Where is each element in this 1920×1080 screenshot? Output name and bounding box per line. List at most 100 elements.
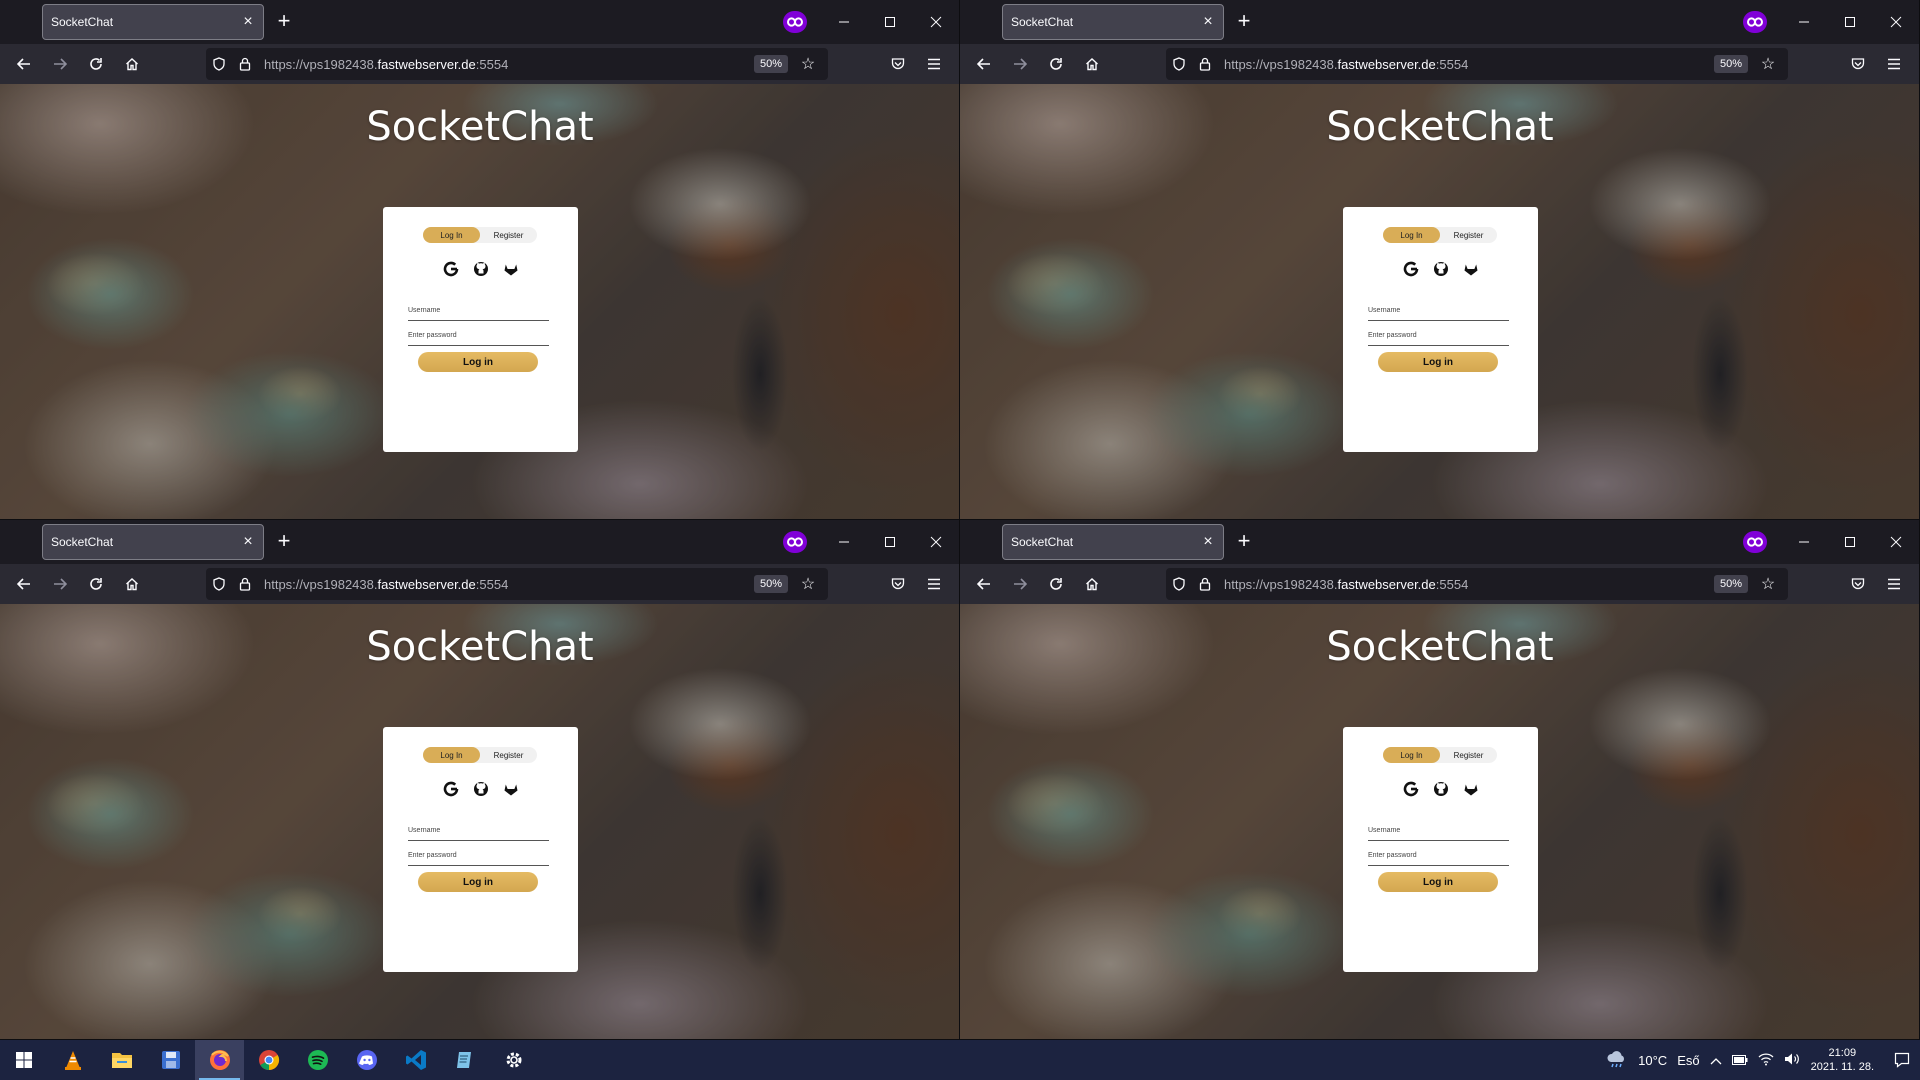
gitlab-icon[interactable] — [501, 779, 521, 799]
tab-register[interactable]: Register — [1440, 227, 1497, 243]
browser-tab[interactable]: SocketChat × — [42, 4, 264, 40]
username-input[interactable]: Username — [408, 823, 549, 841]
bookmark-star-icon[interactable]: ☆ — [1756, 574, 1780, 594]
tab-close-button[interactable]: × — [236, 10, 260, 34]
username-input[interactable]: Username — [1368, 303, 1509, 321]
back-arrow-icon[interactable] — [970, 50, 998, 78]
google-icon[interactable] — [441, 779, 461, 799]
spotify-icon[interactable] — [293, 1040, 342, 1080]
wifi-icon[interactable] — [1758, 1052, 1774, 1069]
tab-login[interactable]: Log In — [423, 747, 480, 763]
lock-icon[interactable] — [232, 571, 258, 597]
notepad-icon[interactable] — [440, 1040, 489, 1080]
tab-login[interactable]: Log In — [423, 227, 480, 243]
gitlab-icon[interactable] — [1461, 779, 1481, 799]
menu-hamburger-icon[interactable] — [920, 570, 948, 598]
pocket-icon[interactable] — [1844, 570, 1872, 598]
gitlab-icon[interactable] — [501, 259, 521, 279]
url-text[interactable]: https://vps1982438.fastwebserver.de:5554 — [264, 57, 754, 72]
menu-hamburger-icon[interactable] — [920, 50, 948, 78]
github-icon[interactable] — [1431, 259, 1451, 279]
zoom-indicator[interactable]: 50% — [753, 575, 788, 593]
new-tab-button[interactable]: + — [1232, 10, 1256, 34]
back-arrow-icon[interactable] — [970, 570, 998, 598]
vlc-icon[interactable] — [48, 1040, 97, 1080]
forward-arrow-icon[interactable] — [46, 50, 74, 78]
home-icon[interactable] — [1078, 50, 1106, 78]
bookmark-star-icon[interactable]: ☆ — [796, 574, 820, 594]
new-tab-button[interactable]: + — [272, 530, 296, 554]
password-input[interactable]: Enter password — [1368, 328, 1509, 346]
weather-cloud-icon[interactable] — [1606, 1050, 1628, 1071]
pocket-icon[interactable] — [884, 50, 912, 78]
login-button[interactable]: Log in — [1378, 872, 1498, 892]
clock[interactable]: 21:09 2021. 11. 28. — [1811, 1046, 1874, 1074]
maximize-button[interactable] — [1832, 8, 1868, 36]
pocket-icon[interactable] — [884, 570, 912, 598]
bookmark-star-icon[interactable]: ☆ — [1756, 54, 1780, 74]
login-button[interactable]: Log in — [418, 352, 538, 372]
url-text[interactable]: https://vps1982438.fastwebserver.de:5554 — [1224, 577, 1714, 592]
close-window-button[interactable] — [918, 8, 954, 36]
new-tab-button[interactable]: + — [1232, 530, 1256, 554]
firefox-icon[interactable] — [195, 1040, 244, 1080]
reload-icon[interactable] — [82, 570, 110, 598]
username-input[interactable]: Username — [408, 303, 549, 321]
url-bar[interactable]: https://vps1982438.fastwebserver.de:5554… — [1166, 48, 1788, 80]
home-icon[interactable] — [118, 570, 146, 598]
github-icon[interactable] — [471, 779, 491, 799]
volume-icon[interactable] — [1784, 1052, 1800, 1069]
close-window-button[interactable] — [1878, 8, 1914, 36]
lock-icon[interactable] — [232, 51, 258, 77]
browser-tab[interactable]: SocketChat × — [1002, 4, 1224, 40]
close-window-button[interactable] — [918, 528, 954, 556]
weather-temperature[interactable]: 10°C — [1638, 1053, 1667, 1068]
reload-icon[interactable] — [82, 50, 110, 78]
forward-arrow-icon[interactable] — [1006, 50, 1034, 78]
menu-hamburger-icon[interactable] — [1880, 50, 1908, 78]
chrome-icon[interactable] — [244, 1040, 293, 1080]
back-arrow-icon[interactable] — [10, 50, 38, 78]
browser-tab[interactable]: SocketChat × — [1002, 524, 1224, 560]
back-arrow-icon[interactable] — [10, 570, 38, 598]
forward-arrow-icon[interactable] — [1006, 570, 1034, 598]
forward-arrow-icon[interactable] — [46, 570, 74, 598]
save-icon[interactable] — [146, 1040, 195, 1080]
windows-start-icon[interactable] — [0, 1040, 48, 1080]
login-button[interactable]: Log in — [418, 872, 538, 892]
minimize-button[interactable] — [1786, 528, 1822, 556]
pocket-icon[interactable] — [1844, 50, 1872, 78]
github-icon[interactable] — [1431, 779, 1451, 799]
google-icon[interactable] — [1401, 259, 1421, 279]
tab-close-button[interactable]: × — [236, 530, 260, 554]
minimize-button[interactable] — [1786, 8, 1822, 36]
password-input[interactable]: Enter password — [408, 328, 549, 346]
minimize-button[interactable] — [826, 8, 862, 36]
url-bar[interactable]: https://vps1982438.fastwebserver.de:5554… — [1166, 568, 1788, 600]
chevron-up-icon[interactable] — [1710, 1053, 1722, 1068]
lock-icon[interactable] — [1192, 51, 1218, 77]
reload-icon[interactable] — [1042, 50, 1070, 78]
password-input[interactable]: Enter password — [1368, 848, 1509, 866]
menu-hamburger-icon[interactable] — [1880, 570, 1908, 598]
weather-condition[interactable]: Eső — [1677, 1053, 1699, 1068]
vscode-icon[interactable] — [391, 1040, 440, 1080]
file-explorer-icon[interactable] — [97, 1040, 146, 1080]
zoom-indicator[interactable]: 50% — [1713, 55, 1748, 73]
lock-icon[interactable] — [1192, 571, 1218, 597]
maximize-button[interactable] — [872, 8, 908, 36]
maximize-button[interactable] — [872, 528, 908, 556]
battery-icon[interactable] — [1731, 1053, 1748, 1068]
url-text[interactable]: https://vps1982438.fastwebserver.de:5554 — [1224, 57, 1714, 72]
maximize-button[interactable] — [1832, 528, 1868, 556]
close-window-button[interactable] — [1878, 528, 1914, 556]
tracking-shield-icon[interactable] — [206, 51, 232, 77]
tracking-shield-icon[interactable] — [206, 571, 232, 597]
github-icon[interactable] — [471, 259, 491, 279]
tab-register[interactable]: Register — [480, 227, 537, 243]
tab-close-button[interactable]: × — [1196, 530, 1220, 554]
url-bar[interactable]: https://vps1982438.fastwebserver.de:5554… — [206, 568, 828, 600]
zoom-indicator[interactable]: 50% — [1713, 575, 1748, 593]
settings-icon[interactable] — [489, 1040, 538, 1080]
tab-close-button[interactable]: × — [1196, 10, 1220, 34]
